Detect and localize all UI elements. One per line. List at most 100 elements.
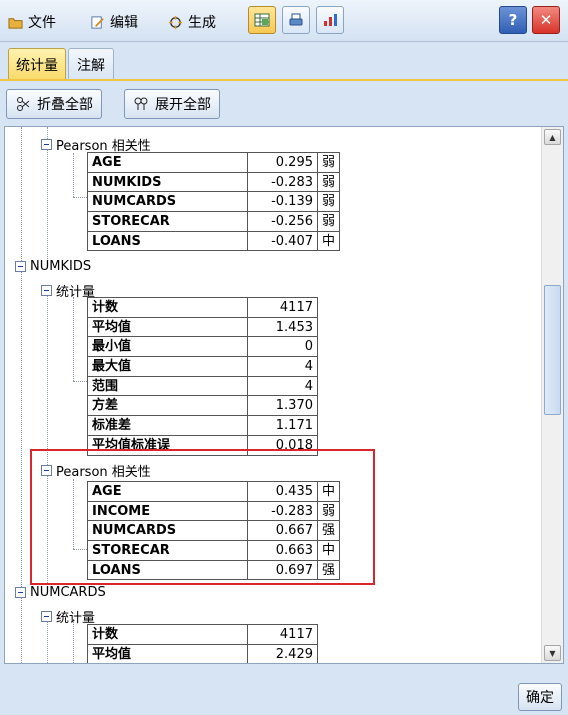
statistic-name: 最大值: [87, 356, 248, 377]
table-row: STORECAR -0.256 弱: [87, 211, 341, 232]
table-row: AGE 0.295 弱: [87, 152, 341, 173]
collapse-toggle-icon[interactable]: [41, 611, 52, 622]
output-table-button[interactable]: [248, 6, 276, 34]
generate-icon: [168, 15, 183, 29]
close-button[interactable]: ✕: [532, 6, 560, 34]
tree-content: Pearson 相关性 AGE 0.295 弱 NUMKIDS -0.283 弱 NUM…: [5, 127, 541, 663]
correlation-value: -0.139: [247, 191, 318, 213]
variable-name: STORECAR: [87, 540, 248, 561]
tab-annotations[interactable]: 注解: [68, 48, 114, 80]
menu-generate-label: 生成: [188, 15, 216, 31]
tree-node-label: Pearson 相关性: [56, 465, 151, 480]
statistic-name: 标准差: [87, 415, 248, 436]
table-row: 最小值 0: [87, 336, 318, 358]
table-row: 标准差 1.171: [87, 415, 318, 436]
collapse-toggle-icon[interactable]: [41, 139, 52, 150]
scroll-up-icon[interactable]: ▲: [544, 129, 561, 145]
statistics-table: 计数 4117 平均值 1.453 最小值 0 最大值 4 范围 4 方差 1.370 标准…: [87, 297, 318, 456]
close-icon: ✕: [539, 11, 553, 29]
table-row: NUMKIDS -0.283 弱: [87, 171, 341, 193]
tree-node-pearson[interactable]: Pearson 相关性: [41, 461, 151, 480]
help-button[interactable]: ?: [499, 6, 527, 34]
menu-generate[interactable]: 生成: [168, 12, 216, 32]
correlation-value: 0.663: [247, 540, 318, 561]
strength-label: 中: [316, 540, 341, 561]
sort-chart-button[interactable]: [316, 6, 344, 34]
tab-underline: [0, 79, 568, 81]
table-row: 平均值 2.429: [87, 643, 318, 663]
tree-node-numkids[interactable]: NUMKIDS: [15, 259, 91, 274]
statistic-name: 方差: [87, 395, 248, 417]
table-row: NUMCARDS -0.139 弱: [87, 191, 341, 213]
correlation-value: -0.283: [247, 171, 318, 193]
table-row: 计数 4117: [87, 297, 318, 318]
pearson-table: AGE 0.435 中 INCOME -0.283 弱 NUMCARDS 0.667 强 S…: [87, 481, 341, 581]
strength-label: 弱: [316, 211, 341, 232]
scroll-down-icon[interactable]: ▼: [544, 645, 561, 661]
table-row: NUMCARDS 0.667 强: [87, 520, 341, 542]
statistic-value: 4117: [247, 624, 318, 645]
variable-name: NUMCARDS: [87, 191, 248, 213]
correlation-value: -0.283: [247, 500, 318, 522]
print-button[interactable]: [282, 6, 310, 34]
expand-all-label: 展开全部: [155, 97, 211, 113]
collapse-toggle-icon[interactable]: [15, 261, 26, 272]
variable-name: STORECAR: [87, 211, 248, 232]
tree-guide-line: [21, 127, 22, 663]
tab-statistics-label: 统计量: [16, 57, 58, 74]
expand-tree-icon: [134, 97, 148, 110]
collapse-all-button[interactable]: 折叠全部: [6, 89, 102, 119]
tree-guide-line: [73, 153, 74, 197]
statistic-name: 范围: [87, 375, 248, 397]
statistic-name: 计数: [87, 297, 248, 318]
statistics-table: 计数 4117 平均值 2.429: [87, 624, 318, 663]
statistics-tree-panel: Pearson 相关性 AGE 0.295 弱 NUMKIDS -0.283 弱 NUM…: [4, 126, 564, 664]
strength-label: 强: [316, 559, 341, 581]
statistic-value: 4117: [247, 297, 318, 318]
collapse-tree-icon: [17, 97, 30, 111]
expand-all-button[interactable]: 展开全部: [124, 89, 220, 119]
chart-sort-icon: [324, 14, 337, 26]
menu-bar: 文件 编辑 生成 ? ✕: [0, 0, 568, 42]
statistic-name: 平均值标准误: [87, 434, 248, 456]
strength-label: 弱: [316, 500, 341, 522]
variable-name: NUMKIDS: [87, 171, 248, 193]
tree-guide-line: [73, 479, 74, 549]
collapse-toggle-icon[interactable]: [41, 465, 52, 476]
print-icon: [289, 13, 303, 26]
statistic-value: 2.429: [247, 643, 318, 663]
table-row: 范围 4: [87, 375, 318, 397]
statistic-name: 最小值: [87, 336, 248, 358]
statistic-name: 平均值: [87, 643, 248, 663]
table-row: AGE 0.435 中: [87, 481, 341, 502]
strength-label: 弱: [316, 171, 341, 193]
statistic-value: 4: [247, 356, 318, 377]
variable-name: LOANS: [87, 230, 248, 252]
correlation-value: -0.407: [247, 230, 318, 252]
table-row: 方差 1.370: [87, 395, 318, 417]
strength-label: 弱: [316, 152, 341, 173]
strength-label: 强: [316, 520, 341, 542]
tab-statistics[interactable]: 统计量: [8, 48, 66, 80]
correlation-value: 0.295: [247, 152, 318, 173]
collapse-toggle-icon[interactable]: [41, 285, 52, 296]
ok-button[interactable]: 确定: [518, 683, 562, 711]
tree-node-numcards[interactable]: NUMCARDS: [15, 585, 106, 600]
tree-guide-line: [47, 293, 48, 589]
vertical-scrollbar[interactable]: ▲ ▼: [541, 127, 563, 663]
variable-name: AGE: [87, 152, 248, 173]
strength-label: 中: [316, 230, 341, 252]
variable-name: INCOME: [87, 500, 248, 522]
tree-guide-line: [73, 197, 87, 198]
menu-file[interactable]: 文件: [8, 12, 56, 32]
variable-name: AGE: [87, 481, 248, 502]
collapse-toggle-icon[interactable]: [15, 587, 26, 598]
menu-file-label: 文件: [28, 15, 56, 31]
scrollbar-thumb[interactable]: [544, 285, 561, 415]
table-row: LOANS -0.407 中: [87, 230, 341, 252]
variable-name: LOANS: [87, 559, 248, 581]
menu-edit[interactable]: 编辑: [90, 12, 138, 32]
statistic-value: 1.171: [247, 415, 318, 436]
tree-node-label: NUMCARDS: [30, 585, 106, 600]
correlation-value: 0.697: [247, 559, 318, 581]
